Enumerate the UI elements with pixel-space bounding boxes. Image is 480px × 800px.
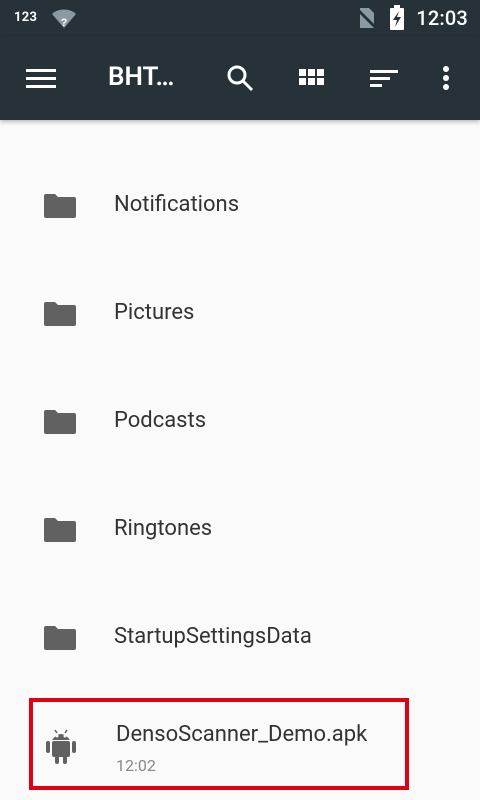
folder-icon <box>44 194 76 218</box>
folder-icon <box>44 626 76 650</box>
search-icon[interactable] <box>224 62 256 94</box>
apk-time: 12:02 <box>116 756 156 775</box>
folder-name: Ringtones <box>114 516 213 541</box>
list-item[interactable]: StartupSettingsData <box>0 608 480 668</box>
more-vert-icon[interactable] <box>430 62 462 94</box>
menu-icon[interactable] <box>26 66 56 90</box>
status-bar: 123 ? 12:03 <box>0 0 480 36</box>
folder-name: Podcasts <box>114 408 207 433</box>
grid-view-icon[interactable] <box>296 62 328 94</box>
page-title: BHT… <box>108 62 175 92</box>
status-text: 123 <box>14 10 38 25</box>
apk-list-item[interactable]: DensoScanner_Demo.apk 12:02 <box>29 698 409 790</box>
wifi-unknown-icon: ? <box>52 9 76 29</box>
battery-charging-icon <box>390 5 405 30</box>
list-item[interactable]: Ringtones <box>0 500 480 560</box>
list-item[interactable]: Pictures <box>0 284 480 344</box>
apk-name: DensoScanner_Demo.apk <box>116 722 368 747</box>
list-item[interactable]: Notifications <box>0 176 480 236</box>
folder-name: StartupSettingsData <box>114 624 312 649</box>
list-item[interactable]: Podcasts <box>0 392 480 452</box>
folder-name: Pictures <box>114 300 195 325</box>
folder-icon <box>44 302 76 326</box>
folder-icon <box>44 410 76 434</box>
svg-text:?: ? <box>61 17 68 29</box>
no-sim-icon <box>356 7 377 29</box>
status-right: 12:03 <box>354 4 468 32</box>
status-time: 12:03 <box>416 6 468 30</box>
sort-icon[interactable] <box>368 62 400 94</box>
folder-icon <box>44 518 76 542</box>
android-icon <box>46 729 76 764</box>
folder-name: Notifications <box>114 192 240 217</box>
file-list: Notifications Pictures Podcasts Ringtone… <box>0 120 480 800</box>
app-bar: BHT… <box>0 36 480 120</box>
